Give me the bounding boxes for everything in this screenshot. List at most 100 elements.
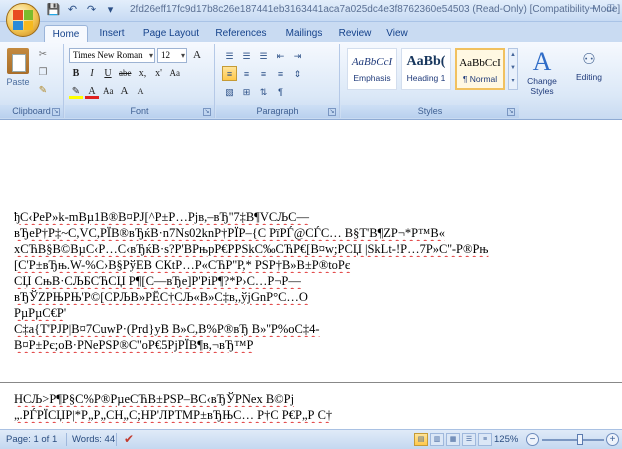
align-left-icon[interactable]: ≡ bbox=[222, 66, 237, 81]
redo-icon[interactable]: ↷ bbox=[84, 3, 99, 18]
zoom-slider[interactable] bbox=[542, 434, 604, 445]
tab-page-layout[interactable]: Page Layout bbox=[138, 25, 204, 42]
zoom-in-icon[interactable]: + bbox=[606, 433, 619, 446]
quick-access-toolbar: 💾 ↶ ↷ ▾ bbox=[46, 3, 118, 18]
style-emphasis[interactable]: AaBbCcI Emphasis bbox=[347, 48, 397, 90]
doc-line: „.РЃРЇСЏР|*Р„Р„СН„С;НР'ЛРТМР±вЂЊС… Р†С Р… bbox=[14, 408, 333, 422]
clipboard-small-buttons: ✂ ❐ ✎ bbox=[36, 48, 50, 97]
font-color-button[interactable]: A bbox=[85, 84, 99, 99]
styles-group-label: Styles bbox=[341, 105, 519, 118]
sort-icon[interactable]: ⇅ bbox=[256, 84, 271, 99]
line-spacing-icon[interactable]: ⇕ bbox=[290, 66, 305, 81]
print-layout-icon[interactable]: ▤ bbox=[414, 433, 428, 446]
document-area[interactable]: ђС‹РеР»k-mBµ1B®B¤PJ[^P±P…Pјв,–вЂ''7‡В¶VC… bbox=[0, 121, 622, 429]
save-icon[interactable]: 💾 bbox=[46, 3, 61, 18]
change-styles-icon: A bbox=[532, 47, 552, 76]
status-bar: Page: 1 of 1 Words: 44 ✔ ▤ ▥ ▦ ☰ ≡ 125% … bbox=[0, 429, 622, 449]
case-button[interactable]: Aa bbox=[101, 84, 116, 99]
doc-line: СЏ СњВ·СЉБСЋСЏ Р¶[С—вЂе]Р'РiР¶?*Р›С…Р¬Р— bbox=[14, 274, 301, 288]
font-name-combo[interactable]: Times New Roman ▾ bbox=[69, 48, 155, 63]
maximize-icon[interactable]: □ bbox=[604, 2, 618, 16]
format-painter-icon[interactable]: ✎ bbox=[36, 84, 50, 97]
font-size-combo[interactable]: 12 ▾ bbox=[157, 48, 187, 63]
window-controls: – □ bbox=[586, 2, 618, 16]
clipboard-icon bbox=[7, 48, 29, 74]
shading-row: ▧ ⊞ ⇅ ¶ bbox=[222, 84, 288, 99]
undo-icon[interactable]: ↶ bbox=[65, 3, 80, 18]
highlight-icon[interactable]: ✎ bbox=[69, 84, 83, 99]
font-grow-shrink: A bbox=[190, 48, 204, 63]
list-row: ☰ ☰ ☰ ⇤ ⇥ bbox=[222, 48, 305, 63]
shading-icon[interactable]: ▧ bbox=[222, 84, 237, 99]
minimize-icon[interactable]: – bbox=[586, 2, 600, 16]
tab-references[interactable]: References bbox=[210, 25, 272, 42]
underline-button[interactable]: U bbox=[101, 66, 115, 81]
outline-icon[interactable]: ☰ bbox=[462, 433, 476, 446]
style-normal[interactable]: AaBbCcI ¶ Normal bbox=[455, 48, 505, 90]
doc-line: В¤Р±Рє;оВ·РNеPSP®С''оР€5РјРЇВ¶в,¬вЂ™Р bbox=[14, 338, 254, 352]
styles-gallery-scroll[interactable]: ▲ ▼ ▾ bbox=[508, 48, 518, 90]
document-body[interactable]: ђС‹РеР»k-mBµ1B®B¤PJ[^P±P…Pјв,–вЂ''7‡В¶VC… bbox=[14, 209, 614, 353]
tab-home[interactable]: Home bbox=[44, 25, 88, 42]
align-row: ≡ ≡ ≡ ≡ ⇕ bbox=[222, 66, 305, 81]
justify-icon[interactable]: ≡ bbox=[273, 66, 288, 81]
cut-icon[interactable]: ✂ bbox=[36, 48, 50, 61]
strikethrough-button[interactable]: abe bbox=[117, 66, 134, 81]
grow-font-button[interactable]: A bbox=[190, 48, 204, 63]
draft-icon[interactable]: ≡ bbox=[478, 433, 492, 446]
bold-button[interactable]: B bbox=[69, 66, 83, 81]
paste-button[interactable]: Paste bbox=[4, 46, 32, 102]
borders-icon[interactable]: ⊞ bbox=[239, 84, 254, 99]
zoom-level[interactable]: 125% bbox=[494, 434, 518, 445]
doc-line: вЂЎZРЊРЊ'Р©[СРЉВ»РЁС†СЉ«В»С‡в,,ўјGnР°С…О bbox=[14, 290, 308, 304]
multilevel-list-icon[interactable]: ☰ bbox=[256, 48, 271, 63]
copy-icon[interactable]: ❐ bbox=[36, 66, 50, 79]
web-layout-icon[interactable]: ▦ bbox=[446, 433, 460, 446]
change-case-button[interactable]: Aa bbox=[168, 66, 183, 81]
superscript-button[interactable]: x' bbox=[152, 66, 166, 81]
full-screen-reading-icon[interactable]: ▥ bbox=[430, 433, 444, 446]
view-buttons: ▤ ▥ ▦ ☰ ≡ bbox=[414, 433, 492, 446]
italic-button[interactable]: I bbox=[85, 66, 99, 81]
paragraph-launcher-icon[interactable]: ↘ bbox=[328, 108, 336, 116]
binoculars-icon: ⚇ bbox=[582, 51, 596, 68]
grow-font-button-2[interactable]: A bbox=[118, 84, 132, 99]
styles-launcher-icon[interactable]: ↘ bbox=[507, 108, 515, 116]
status-divider bbox=[116, 433, 117, 446]
decrease-indent-icon[interactable]: ⇤ bbox=[273, 48, 288, 63]
doc-line: вЂеР†Р‡~С,VC,РЇВ®вЂќВ·n7Ns02knP†РЇР–{С Р… bbox=[14, 226, 445, 240]
subscript-button[interactable]: x, bbox=[136, 66, 150, 81]
style-heading-1[interactable]: AaBb( Heading 1 bbox=[401, 48, 451, 90]
office-button[interactable] bbox=[6, 3, 40, 37]
doc-line: ђС‹РеР»k-mBµ1B®B¤PJ[^P±P…Pјв,–вЂ''7‡В¶VC… bbox=[14, 210, 309, 224]
proofing-icon[interactable]: ✔ bbox=[124, 432, 134, 446]
numbering-icon[interactable]: ☰ bbox=[239, 48, 254, 63]
editing-button[interactable]: ⚇ Editing bbox=[567, 48, 611, 82]
zoom-out-icon[interactable]: − bbox=[526, 433, 539, 446]
page-count[interactable]: Page: 1 of 1 bbox=[6, 434, 57, 445]
tab-insert[interactable]: Insert bbox=[92, 25, 132, 42]
word-count[interactable]: Words: 44 bbox=[72, 434, 115, 445]
paragraph-group-label: Paragraph bbox=[216, 105, 339, 118]
tab-view[interactable]: View bbox=[380, 25, 414, 42]
bullets-icon[interactable]: ☰ bbox=[222, 48, 237, 63]
shrink-font-button[interactable]: A bbox=[134, 84, 148, 99]
tab-mailings[interactable]: Mailings bbox=[278, 25, 330, 42]
font-launcher-icon[interactable]: ↘ bbox=[203, 108, 211, 116]
doc-line: НСЉ>Р¶Р§С%Р®РµеСЋВ±PSP–ВС‹вЂЎPNеx В©Рj bbox=[14, 392, 295, 406]
tab-review[interactable]: Review bbox=[334, 25, 376, 42]
chevron-down-icon: ▾ bbox=[148, 51, 153, 60]
pilcrow-icon[interactable]: ¶ bbox=[273, 84, 288, 99]
zoom-slider-thumb[interactable] bbox=[577, 434, 584, 445]
title-bar: 💾 ↶ ↷ ▾ 2fd26eff17fc9d17b8c26e187441eb31… bbox=[0, 0, 622, 22]
align-center-icon[interactable]: ≡ bbox=[239, 66, 254, 81]
status-divider bbox=[66, 433, 67, 446]
customize-icon[interactable]: ▾ bbox=[103, 3, 118, 18]
document-body-page-2[interactable]: НСЉ>Р¶Р§С%Р®РµеСЋВ±PSP–ВС‹вЂЎPNеx В©Рj „… bbox=[14, 391, 614, 423]
clipboard-group: Paste ✂ ❐ ✎ Clipboard ↘ bbox=[0, 44, 64, 118]
change-styles-button[interactable]: A Change Styles bbox=[523, 47, 561, 97]
ribbon: Paste ✂ ❐ ✎ Clipboard ↘ Times New Roman … bbox=[0, 42, 622, 120]
increase-indent-icon[interactable]: ⇥ bbox=[290, 48, 305, 63]
align-right-icon[interactable]: ≡ bbox=[256, 66, 271, 81]
clipboard-launcher-icon[interactable]: ↘ bbox=[52, 108, 60, 116]
